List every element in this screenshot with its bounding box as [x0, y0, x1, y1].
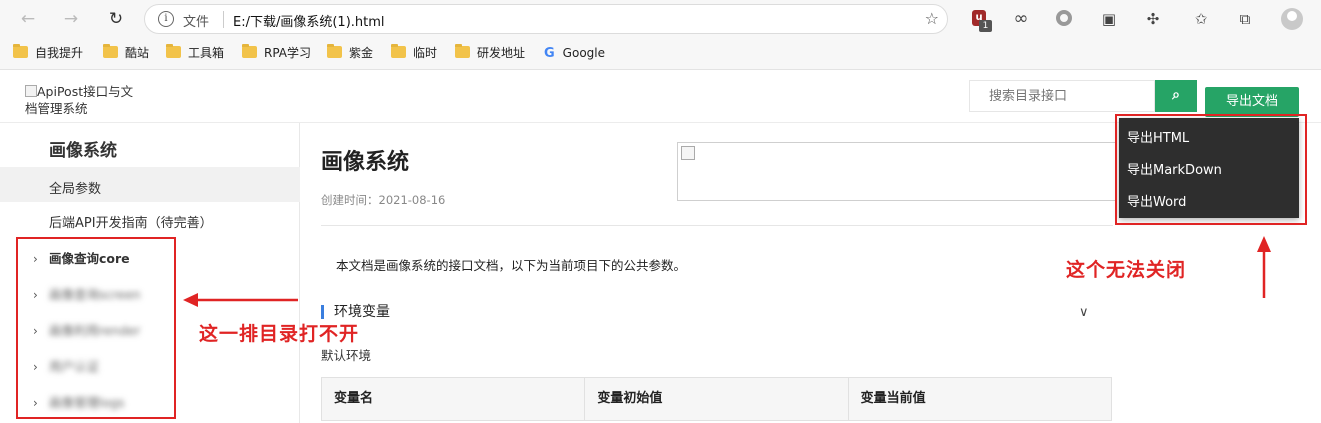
arrow-up-head: [1257, 236, 1271, 252]
annotation-arrows: [183, 236, 1271, 307]
arrow-left-head: [183, 293, 198, 307]
